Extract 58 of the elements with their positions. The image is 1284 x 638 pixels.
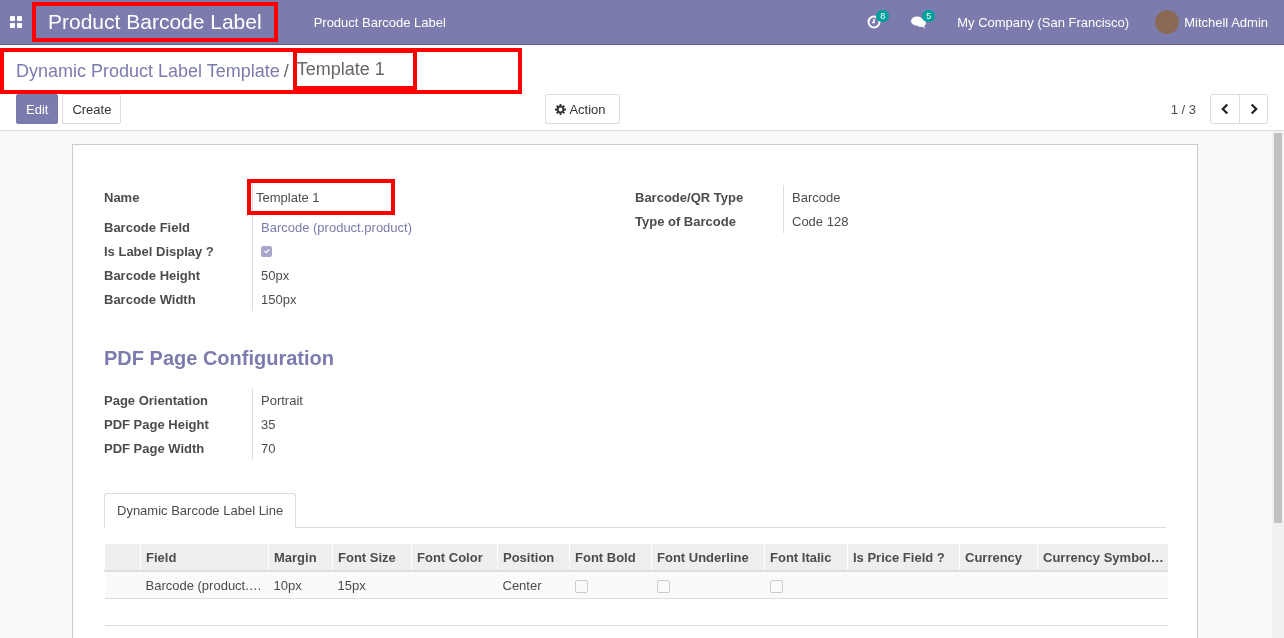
column-header[interactable]: Is Price Field ? (847, 544, 960, 571)
field-label: Name (104, 189, 141, 205)
field-label: PDF Page Height (104, 416, 210, 432)
section-title: PDF Page Configuration (104, 347, 335, 370)
field-value: Template 1 (247, 179, 395, 215)
field-link[interactable]: Barcode (product.product) (261, 219, 413, 235)
field-value: Portrait (261, 392, 303, 408)
menu-link[interactable]: Product Barcode Label (313, 14, 446, 30)
column-header[interactable]: Font Size (332, 544, 412, 571)
checkbox[interactable] (261, 245, 272, 257)
field-label: PDF Page Width (104, 440, 206, 456)
field-label: Is Label Display ? (104, 243, 215, 259)
column-header[interactable]: Currency Symbol… (1037, 544, 1168, 571)
column-header[interactable]: Font Italic (764, 544, 848, 571)
table-cell: 15px (337, 577, 366, 593)
field-value: Barcode (792, 189, 841, 205)
column-header[interactable]: Margin (268, 544, 333, 571)
clock-icon[interactable] (867, 15, 882, 29)
field-label: Barcode Height (104, 267, 202, 283)
table-cell: Barcode (product.… (145, 577, 262, 593)
field-value: 70 (261, 440, 276, 456)
column-header[interactable]: Font Underline (651, 544, 765, 571)
field-label: Type of Barcode (635, 213, 737, 229)
activity-count-badge: 8 (876, 10, 890, 22)
pager-counter: 1 / 3 (1170, 101, 1196, 117)
scrollbar[interactable] (1272, 131, 1284, 638)
company-switcher[interactable]: My Company (San Francisco) (957, 14, 1130, 30)
field-label: Page Orientation (104, 392, 210, 408)
column-header[interactable]: Font Color (411, 544, 498, 571)
field-label: Barcode/QR Type (635, 189, 745, 205)
breadcrumb-link[interactable]: Dynamic Product Label Template (16, 60, 280, 82)
column-header[interactable]: Position (497, 544, 570, 571)
column-header[interactable]: Currency (959, 544, 1038, 571)
chevron-right-icon (1249, 103, 1258, 115)
next-button[interactable] (1239, 95, 1267, 123)
table-cell: 10px (273, 577, 302, 593)
edit-button[interactable]: Edit (16, 94, 59, 124)
breadcrumb-separator: / (283, 60, 289, 82)
apps-grid-icon[interactable] (10, 16, 22, 28)
column-header[interactable]: Field (140, 544, 269, 571)
field-value: 150px (261, 291, 297, 307)
field-value: Code 128 (792, 213, 849, 229)
gear-icon (555, 103, 567, 115)
column-header[interactable]: Font Bold (569, 544, 652, 571)
field-value: 35 (261, 416, 276, 432)
app-title: Product Barcode Label (48, 10, 262, 34)
field-label: Barcode Field (104, 219, 191, 235)
create-button[interactable]: Create (62, 94, 122, 124)
chevron-left-icon (1220, 103, 1230, 115)
message-count-badge: 5 (922, 10, 936, 22)
field-label: Barcode Width (104, 291, 197, 307)
checkmark-icon (262, 247, 271, 255)
notebook-tab[interactable]: Dynamic Barcode Label Line (104, 493, 297, 528)
user-menu[interactable]: Mitchell Admin (1184, 14, 1268, 30)
chat-bubbles-icon[interactable] (911, 15, 928, 29)
action-button[interactable]: Action (545, 94, 620, 124)
table-cell: Center (502, 577, 542, 593)
field-value: 50px (261, 267, 290, 283)
